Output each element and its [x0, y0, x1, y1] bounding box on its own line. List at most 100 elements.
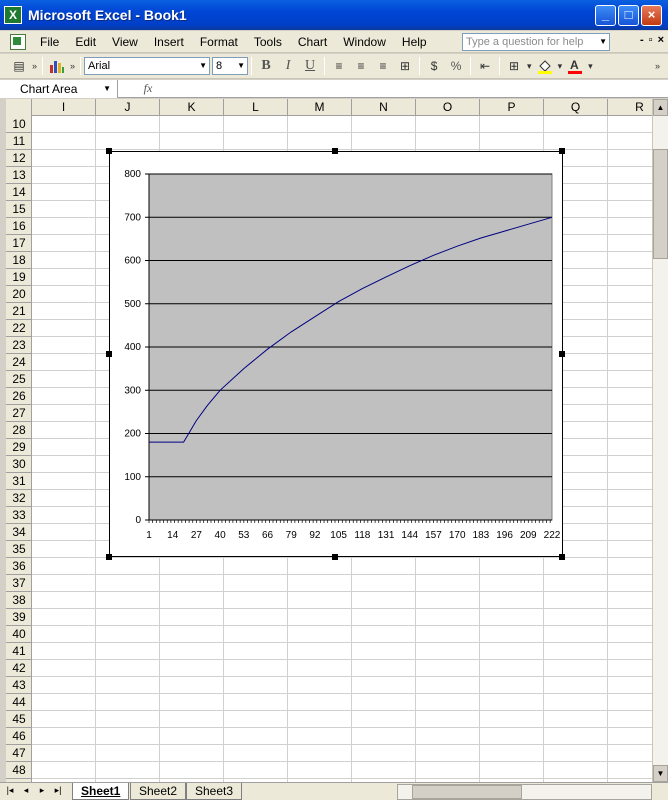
row-header[interactable]: 29: [6, 439, 32, 456]
toolbar-options-icon[interactable]: »: [653, 61, 662, 71]
column-header[interactable]: P: [480, 99, 544, 116]
fill-color-icon[interactable]: [534, 56, 556, 76]
column-header[interactable]: J: [96, 99, 160, 116]
row-header[interactable]: 28: [6, 422, 32, 439]
column-header[interactable]: N: [352, 99, 416, 116]
workbook-icon[interactable]: [10, 33, 26, 50]
sheet-tab-sheet2[interactable]: Sheet2: [130, 783, 187, 800]
chevron-down-icon[interactable]: ▾: [556, 61, 565, 72]
formula-input[interactable]: [178, 80, 668, 98]
prev-sheet-icon[interactable]: ◂: [20, 785, 32, 796]
underline-button[interactable]: U: [299, 56, 321, 76]
menu-window[interactable]: Window: [335, 32, 394, 52]
maximize-button[interactable]: □: [618, 5, 639, 26]
row-header[interactable]: 37: [6, 575, 32, 592]
column-header[interactable]: O: [416, 99, 480, 116]
sheet-tab-sheet1[interactable]: Sheet1: [72, 783, 130, 800]
column-header[interactable]: K: [160, 99, 224, 116]
chart-area[interactable]: 0 100 200 300 400 500 600 700 800 1 14 27 40 53 66 79 92…: [109, 151, 563, 557]
help-question-input[interactable]: Type a question for help ▼: [462, 33, 610, 51]
row-header[interactable]: 39: [6, 609, 32, 626]
row-header[interactable]: 34: [6, 524, 32, 541]
row-header[interactable]: 41: [6, 643, 32, 660]
horizontal-scroll-thumb[interactable]: [412, 785, 522, 799]
menu-insert[interactable]: Insert: [146, 32, 192, 52]
row-header[interactable]: 35: [6, 541, 32, 558]
resize-handle[interactable]: [332, 554, 338, 560]
column-header[interactable]: M: [288, 99, 352, 116]
font-color-icon[interactable]: A: [564, 56, 586, 76]
chevron-down-icon[interactable]: ▼: [237, 58, 245, 74]
row-header[interactable]: 48: [6, 762, 32, 779]
column-header[interactable]: R: [608, 99, 652, 116]
row-header[interactable]: 32: [6, 490, 32, 507]
resize-handle[interactable]: [559, 148, 565, 154]
menu-file[interactable]: File: [32, 32, 67, 52]
italic-button[interactable]: I: [277, 56, 299, 76]
select-all-corner[interactable]: [6, 99, 32, 116]
toolbar-options-icon[interactable]: »: [30, 61, 39, 71]
align-right-icon[interactable]: ≡: [372, 56, 394, 76]
vertical-scrollbar[interactable]: ▲ ▼: [652, 99, 668, 782]
chevron-down-icon[interactable]: ▼: [103, 80, 111, 98]
sheet-tab-sheet3[interactable]: Sheet3: [186, 783, 243, 800]
row-header[interactable]: 27: [6, 405, 32, 422]
font-name-select[interactable]: Arial ▼: [84, 57, 211, 75]
menu-chart[interactable]: Chart: [290, 32, 335, 52]
row-header[interactable]: 15: [6, 201, 32, 218]
font-size-select[interactable]: 8 ▼: [212, 57, 249, 75]
row-header[interactable]: 31: [6, 473, 32, 490]
close-button[interactable]: ×: [641, 5, 662, 26]
row-header[interactable]: 10: [6, 116, 32, 133]
row-header[interactable]: 38: [6, 592, 32, 609]
row-header[interactable]: 24: [6, 354, 32, 371]
resize-handle[interactable]: [106, 554, 112, 560]
row-header[interactable]: 26: [6, 388, 32, 405]
row-header[interactable]: 13: [6, 167, 32, 184]
toolbar-options-icon[interactable]: »: [68, 61, 77, 71]
percent-button[interactable]: %: [445, 56, 467, 76]
row-header[interactable]: 22: [6, 320, 32, 337]
resize-handle[interactable]: [106, 351, 112, 357]
row-header[interactable]: 30: [6, 456, 32, 473]
resize-handle[interactable]: [559, 554, 565, 560]
merge-center-icon[interactable]: ⊞: [394, 56, 416, 76]
align-left-icon[interactable]: ≡: [328, 56, 350, 76]
workbook-restore-button[interactable]: ▫: [649, 34, 653, 46]
scroll-down-icon[interactable]: ▼: [653, 765, 668, 782]
row-header[interactable]: 14: [6, 184, 32, 201]
column-header[interactable]: Q: [544, 99, 608, 116]
row-header[interactable]: 43: [6, 677, 32, 694]
column-header[interactable]: L: [224, 99, 288, 116]
chevron-down-icon[interactable]: ▼: [199, 58, 207, 74]
vertical-scroll-thumb[interactable]: [653, 149, 668, 259]
row-header[interactable]: 25: [6, 371, 32, 388]
row-header[interactable]: 36: [6, 558, 32, 575]
row-header[interactable]: 42: [6, 660, 32, 677]
resize-handle[interactable]: [106, 148, 112, 154]
row-header[interactable]: 33: [6, 507, 32, 524]
row-header[interactable]: 20: [6, 286, 32, 303]
workbook-close-button[interactable]: ×: [658, 34, 664, 46]
chart-wizard-icon[interactable]: [46, 56, 68, 76]
resize-handle[interactable]: [332, 148, 338, 154]
next-sheet-icon[interactable]: ▸: [36, 785, 48, 796]
align-center-icon[interactable]: ≡: [350, 56, 372, 76]
last-sheet-icon[interactable]: ▸|: [52, 785, 64, 796]
row-header[interactable]: 47: [6, 745, 32, 762]
menu-help[interactable]: Help: [394, 32, 435, 52]
row-header[interactable]: 18: [6, 252, 32, 269]
row-header[interactable]: 17: [6, 235, 32, 252]
workbook-minimize-button[interactable]: -: [640, 34, 644, 46]
menu-edit[interactable]: Edit: [67, 32, 104, 52]
menu-format[interactable]: Format: [192, 32, 246, 52]
minimize-button[interactable]: _: [595, 5, 616, 26]
print-icon[interactable]: ▤: [8, 56, 30, 76]
scroll-up-icon[interactable]: ▲: [653, 99, 668, 116]
row-header[interactable]: 11: [6, 133, 32, 150]
chevron-down-icon[interactable]: ▼: [599, 34, 607, 50]
horizontal-scrollbar[interactable]: [397, 784, 652, 800]
row-header[interactable]: 45: [6, 711, 32, 728]
column-header[interactable]: I: [32, 99, 96, 116]
borders-icon[interactable]: ⊞: [503, 56, 525, 76]
